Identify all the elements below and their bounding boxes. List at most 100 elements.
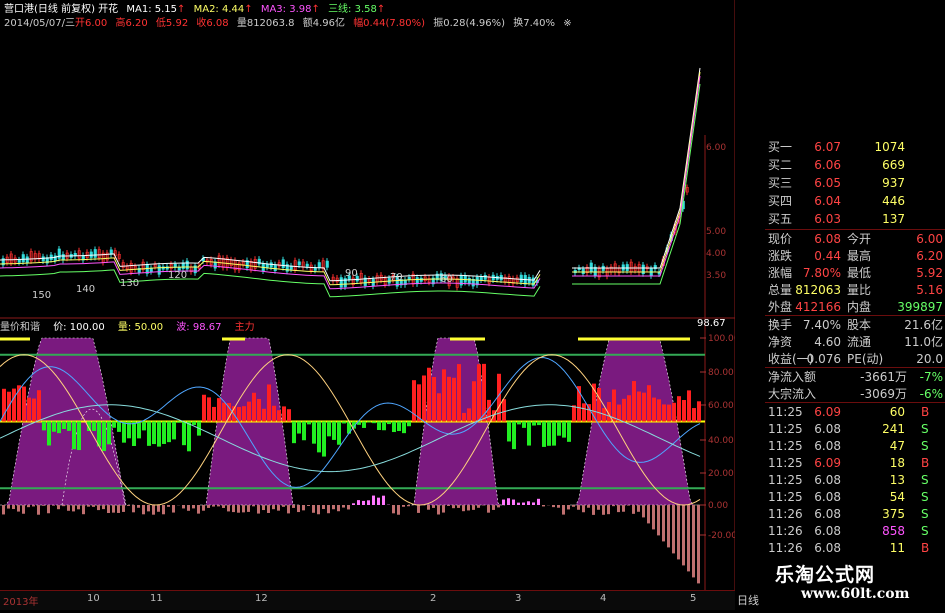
candle-body (416, 278, 419, 284)
order-book-row[interactable]: 买三6.05937 (735, 175, 945, 191)
flow-label: 大宗流入 (768, 386, 816, 402)
indicator-bar-down (107, 422, 111, 445)
amount: 额4.96亿 (303, 18, 345, 29)
stat-row[interactable]: 净资4.60流通11.0亿 (735, 334, 945, 350)
candle-body (306, 264, 309, 266)
tick-row[interactable]: 11:256.0960B (735, 404, 945, 420)
indicator-bar-up (252, 393, 256, 422)
indicator-bar-down (537, 422, 541, 426)
tick-row[interactable]: 11:256.0847S (735, 438, 945, 454)
indicator-bar-down (42, 422, 46, 431)
volume-tick (37, 505, 40, 515)
ma2-label: MA2: 4.44 (194, 4, 245, 15)
order-book-row[interactable]: 买一6.071074 (735, 139, 945, 155)
indicator-bar-up (637, 391, 641, 421)
quote-row[interactable]: 涨幅7.80%最低5.92 (735, 265, 945, 281)
indicator-bar-down (392, 422, 396, 433)
tick-row[interactable]: 11:266.08858S (735, 523, 945, 539)
order-book-row[interactable]: 买二6.06669 (735, 157, 945, 173)
tick-row[interactable]: 11:256.0813S (735, 472, 945, 488)
kline-indicator-canvas[interactable]: 6.005.004.003.50100.0080.0060.0040.0020.… (0, 0, 735, 609)
volume-tick (277, 505, 280, 511)
volume-tick (317, 505, 320, 514)
bid-price: 6.06 (795, 157, 841, 173)
flow-pct: -7% (911, 369, 943, 385)
period-tab[interactable]: 日线 (737, 592, 759, 608)
volume-tick (27, 505, 30, 507)
quote-row[interactable]: 总量812063量比5.16 (735, 282, 945, 298)
volume-tick (212, 505, 215, 507)
month-3: 3 (515, 593, 521, 604)
indicator-bar-down (297, 422, 301, 434)
date-axis-bar[interactable]: 2013年 10 11 12 2 3 4 5 (0, 590, 735, 610)
tick-row[interactable]: 11:256.08241S (735, 421, 945, 437)
stat-row[interactable]: 收益(一)0.076PE(动)20.0 (735, 351, 945, 367)
indicator-bar-down (532, 422, 536, 426)
volume-tick (457, 505, 460, 508)
candle-body (464, 275, 467, 282)
indicator-bar-down (137, 422, 141, 439)
volume-tick (617, 505, 620, 512)
flow-row[interactable]: 净流入额-3661万-7% (735, 369, 945, 385)
candle-body (326, 261, 329, 267)
indicator-bar-down (362, 422, 366, 428)
volume-tick (487, 505, 490, 513)
price-level-label: 70 (390, 272, 403, 283)
date: 2014/05/07/三 (4, 18, 75, 29)
volume-tick (532, 502, 535, 505)
indicator-bar-down (192, 422, 196, 425)
candle-body (18, 260, 21, 263)
indicator-bar-down (152, 422, 156, 445)
volume-tick (157, 505, 160, 512)
volume-tick (312, 505, 315, 513)
quote-row[interactable]: 现价6.08今开6.00 (735, 231, 945, 247)
stat-value: 4.60 (795, 334, 841, 350)
volume-tick (47, 505, 50, 513)
flow-row[interactable]: 大宗流入-3069万-6% (735, 386, 945, 402)
month-2: 2 (430, 593, 436, 604)
tick-row[interactable]: 11:256.0854S (735, 489, 945, 505)
stat-row[interactable]: 换手7.40%股本21.6亿 (735, 317, 945, 333)
price-level-label: 60 (440, 274, 453, 285)
quote-value-2: 6.00 (875, 231, 943, 247)
bid-volume: 1074 (853, 139, 905, 155)
order-book-row[interactable]: 买四6.04446 (735, 193, 945, 209)
indicator-bar-down (322, 422, 326, 457)
divider (765, 229, 945, 230)
quote-label-2: 内盘 (847, 299, 871, 315)
indicator-wave: 波: 98.67 (176, 322, 221, 333)
chart-area[interactable]: 6.005.004.003.50100.0080.0060.0040.0020.… (0, 0, 735, 609)
volume-tick (137, 505, 140, 508)
indicator-bar-down (517, 422, 521, 425)
quote-row[interactable]: 外盘412166内盘399897 (735, 299, 945, 315)
tick-row[interactable]: 11:266.08375S (735, 506, 945, 522)
indicator-bar-down (542, 422, 546, 447)
turnover: 换7.40% (513, 18, 555, 29)
volume-tick (112, 505, 115, 513)
indicator-bar-down (367, 422, 371, 423)
volume-tick (247, 505, 250, 512)
indicator-bar-up (32, 399, 36, 422)
volume-tick (142, 505, 145, 514)
tick-price: 6.08 (795, 540, 841, 556)
quote-row[interactable]: 涨跌0.44最高6.20 (735, 248, 945, 264)
volume-tick (377, 498, 380, 505)
bid-volume: 446 (853, 193, 905, 209)
tick-row[interactable]: 11:256.0918B (735, 455, 945, 471)
indicator-bar-up (417, 384, 421, 421)
volume-tick (597, 505, 600, 510)
indicator-bar-down (512, 422, 516, 450)
volume-tick (467, 505, 470, 510)
volume-tick (572, 505, 575, 507)
indicator-bar-down (397, 422, 401, 432)
indicator-bar-down (167, 422, 171, 443)
volume-tick (637, 505, 640, 512)
volume-tick (612, 505, 615, 506)
order-book-row[interactable]: 买五6.03137 (735, 211, 945, 227)
indicator-bar-up (622, 399, 626, 422)
tick-price: 6.08 (795, 438, 841, 454)
tick-row[interactable]: 11:266.0811B (735, 540, 945, 556)
candle-body (26, 257, 29, 263)
stat-value: 7.40% (795, 317, 841, 333)
indicator-bar-up (502, 399, 506, 421)
